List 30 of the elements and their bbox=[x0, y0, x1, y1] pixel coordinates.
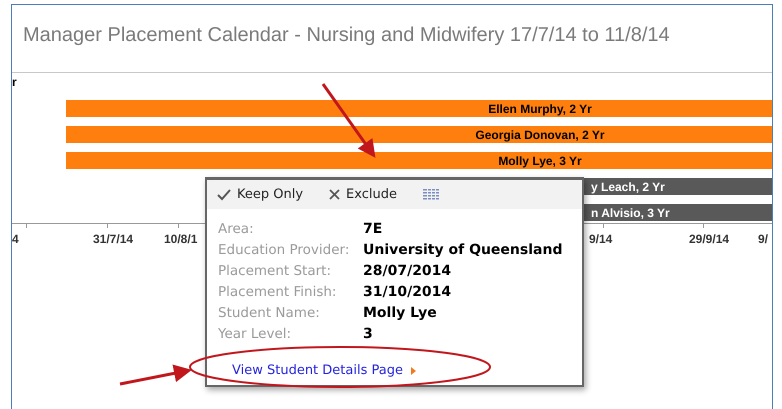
field-label: Placement Finish: bbox=[218, 283, 338, 302]
placement-bar[interactable]: Georgia Donovan, 2 Yr bbox=[66, 126, 772, 143]
field-value: 31/10/2014 bbox=[363, 283, 452, 302]
page-title: Manager Placement Calendar - Nursing and Midwifery 17/7/14 to 11/8/14 bbox=[23, 24, 670, 46]
student-details-link[interactable]: View Student Details Page bbox=[232, 361, 416, 380]
exclude-button[interactable]: Exclude bbox=[329, 184, 397, 204]
field-value: University of Queensland bbox=[363, 241, 562, 260]
field-label: Education Provider: bbox=[218, 241, 350, 260]
axis-tick-label: 29/9/14 bbox=[689, 233, 730, 245]
field-label: Year Level: bbox=[218, 325, 292, 344]
close-icon bbox=[329, 189, 340, 200]
field-label: Placement Start: bbox=[218, 262, 332, 282]
table-icon[interactable] bbox=[422, 189, 439, 200]
field-value: 28/07/2014 bbox=[363, 262, 452, 281]
axis-tick-label: 10/8/1 bbox=[164, 233, 198, 245]
axis-tick-label: 9/ bbox=[758, 233, 768, 245]
placement-bar[interactable]: Molly Lye, 3 Yr bbox=[66, 152, 772, 169]
placement-bar[interactable]: Ellen Murphy, 2 Yr bbox=[66, 100, 772, 117]
axis-label: r bbox=[12, 76, 17, 88]
field-label: Student Name: bbox=[218, 304, 321, 324]
field-label: Area: bbox=[218, 220, 255, 240]
axis-tick-label: 9/14 bbox=[589, 233, 612, 245]
field-value: 7E bbox=[363, 220, 382, 239]
axis-tick-label: 4 bbox=[12, 233, 19, 245]
field-value: Molly Lye bbox=[363, 304, 437, 323]
check-icon bbox=[217, 188, 231, 200]
keep-only-button[interactable]: Keep Only bbox=[217, 184, 304, 204]
field-value: 3 bbox=[363, 325, 373, 344]
caret-icon bbox=[410, 366, 416, 375]
axis-tick-label: 31/7/14 bbox=[93, 233, 134, 245]
